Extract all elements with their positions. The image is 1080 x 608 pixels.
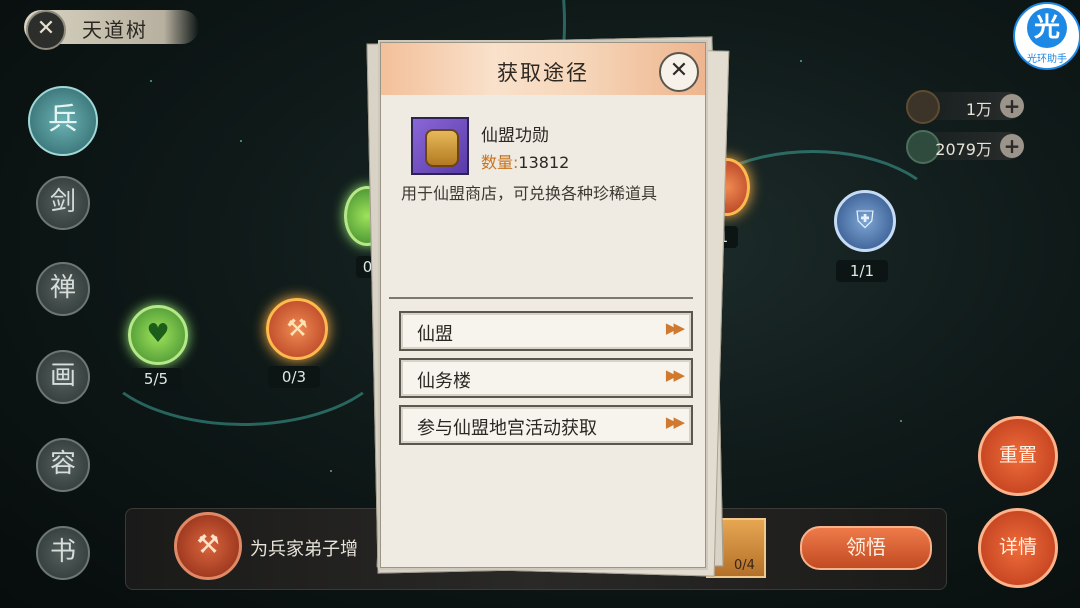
sidebar-item-bing[interactable]: 兵 <box>28 86 98 156</box>
star <box>800 60 802 62</box>
quantity-label: 数量: <box>481 153 519 172</box>
resource-bar-wood: 2079万 + <box>906 130 1024 164</box>
item-description: 用于仙盟商店，可兑换各种珍稀道具 <box>401 184 658 203</box>
sidebar-item-hua[interactable]: 画 <box>36 350 90 404</box>
skill-description: 为兵家弟子增 <box>250 539 358 560</box>
item-icon <box>411 117 469 175</box>
source-button-affairs-tower[interactable]: 仙务楼 ▶▶ <box>399 358 693 398</box>
plus-icon[interactable]: + <box>1000 94 1024 118</box>
helper-logo[interactable]: 光 光环助手 <box>1013 2 1080 70</box>
source-label: 仙盟 <box>417 324 453 345</box>
helper-icon: 光 <box>1027 8 1067 48</box>
sidebar-item-chan[interactable]: 禅 <box>36 262 90 316</box>
forward-arrow-icon: ▶▶ <box>665 319 685 337</box>
comprehend-button[interactable]: 领悟 <box>800 526 932 570</box>
hammer-node-icon[interactable]: ⚒ <box>266 298 328 360</box>
plus-icon[interactable]: + <box>1000 134 1024 158</box>
close-icon[interactable]: ✕ <box>26 10 66 50</box>
node-count: 5/5 <box>130 368 182 390</box>
coin-icon <box>906 90 940 124</box>
item-quantity: 数量:13812 <box>481 149 569 173</box>
sidebar-item-shu[interactable]: 书 <box>36 526 90 580</box>
sidebar-item-rong[interactable]: 容 <box>36 438 90 492</box>
close-icon[interactable]: ✕ <box>659 52 699 92</box>
forward-arrow-icon: ▶▶ <box>665 366 685 384</box>
item-name: 仙盟功勋 <box>481 126 549 146</box>
node-count: 1/1 <box>836 260 888 282</box>
resource-value: 1万 <box>965 100 992 119</box>
star <box>240 140 242 142</box>
resource-value: 2079万 <box>935 140 992 159</box>
medal-icon <box>425 129 459 167</box>
hammer-skill-icon: ⚒ <box>174 512 242 580</box>
divider <box>389 297 693 299</box>
node-count: 0/3 <box>268 366 320 388</box>
forward-arrow-icon: ▶▶ <box>665 413 685 431</box>
sidebar-item-jian[interactable]: 剑 <box>36 176 90 230</box>
star <box>330 470 332 472</box>
acquire-modal: 获取途径 ✕ 仙盟功勋 数量:13812 用于仙盟商店，可兑换各种珍稀道具 仙盟… <box>380 42 706 568</box>
page-title: 天道树 <box>82 18 148 42</box>
reset-button[interactable]: 重置 <box>978 416 1058 496</box>
modal-title: 获取途径 <box>497 61 589 85</box>
source-label: 参与仙盟地宫活动获取 <box>417 418 597 439</box>
details-button[interactable]: 详情 <box>978 508 1058 588</box>
star <box>900 420 902 422</box>
helper-label: 光环助手 <box>1027 54 1067 65</box>
resource-bar-coins: 1万 + <box>906 90 1024 124</box>
quantity-value: 13812 <box>518 153 570 172</box>
heart-node-icon[interactable]: ♥ <box>128 305 188 365</box>
source-button-alliance[interactable]: 仙盟 ▶▶ <box>399 311 693 351</box>
material-count: 0/4 <box>734 558 755 573</box>
shield-node-icon[interactable]: ⛨ <box>834 190 896 252</box>
star <box>150 80 152 82</box>
source-label: 仙务楼 <box>417 371 471 392</box>
source-button-palace-event[interactable]: 参与仙盟地宫活动获取 ▶▶ <box>399 405 693 445</box>
